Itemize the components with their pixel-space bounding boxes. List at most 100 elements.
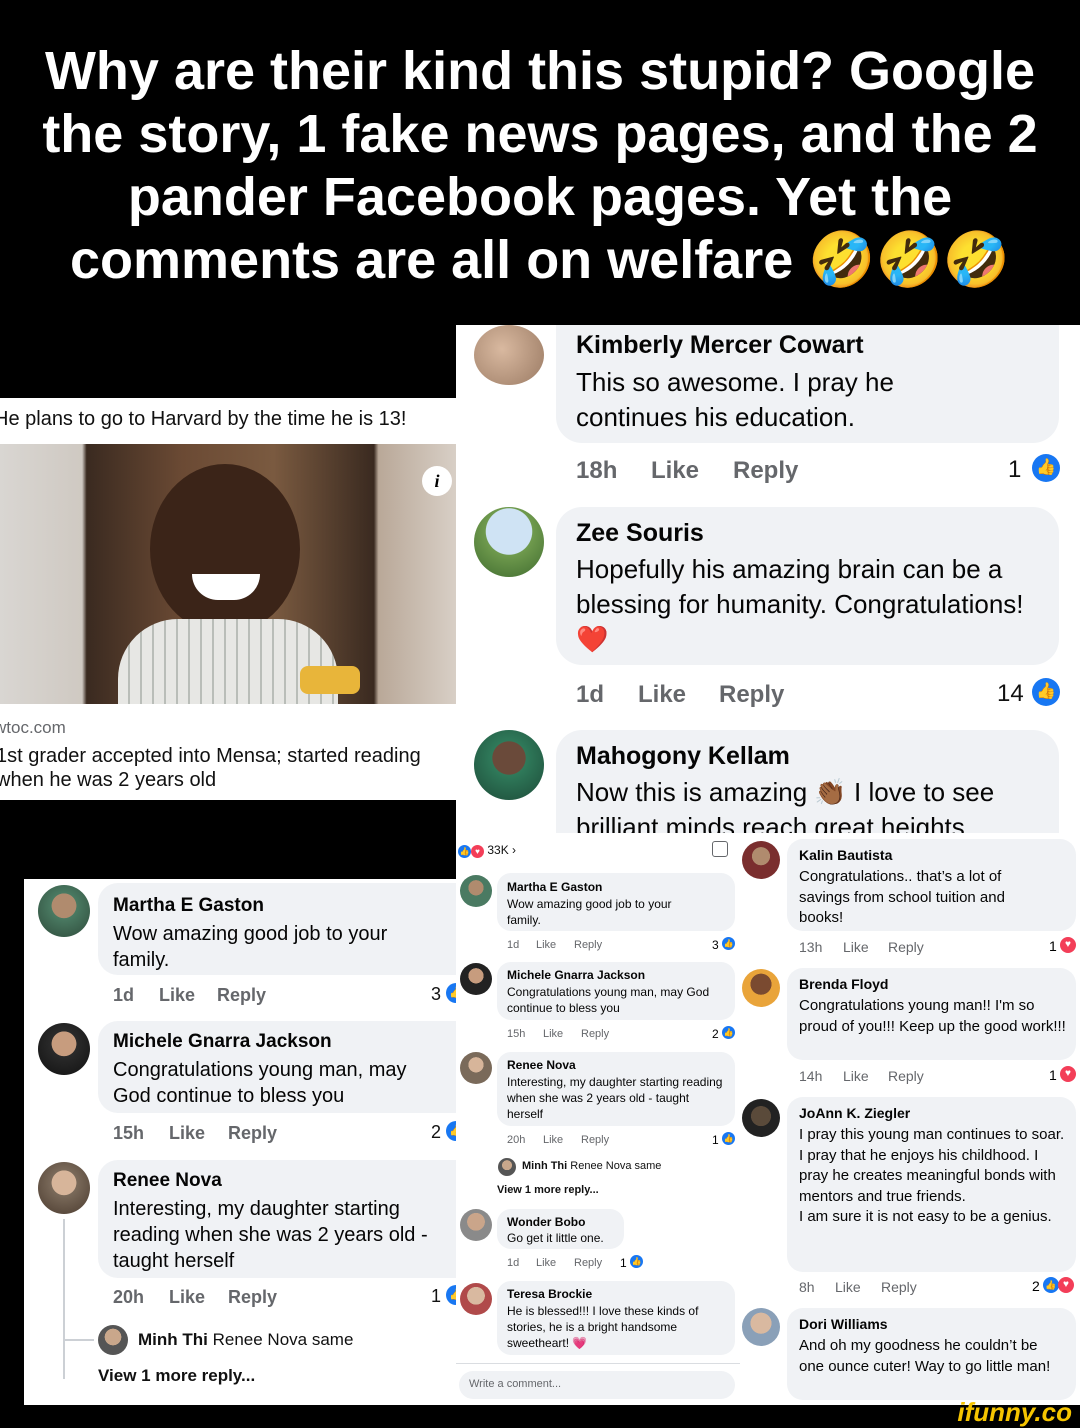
reply-button[interactable]: Reply [217, 985, 266, 1006]
comment-author[interactable]: Martha E Gaston [507, 880, 602, 894]
comment-time: 13h [799, 939, 823, 955]
reaction-count: 3 [431, 984, 442, 1004]
avatar[interactable] [38, 1162, 90, 1214]
reply-button[interactable]: Reply [733, 457, 798, 485]
like-icon: 👍 [1043, 1277, 1059, 1293]
like-icon: 👍 [722, 1026, 735, 1039]
avatar[interactable] [742, 841, 780, 879]
comment-author[interactable]: Mahogony Kellam [576, 742, 790, 771]
avatar[interactable] [460, 1209, 492, 1241]
reply-button[interactable]: Reply [888, 1068, 924, 1084]
like-button[interactable]: Like [843, 939, 869, 955]
comment-bubble: Martha E Gaston Wow amazing good job to … [497, 873, 735, 931]
comment-author[interactable]: Wonder Bobo [507, 1215, 585, 1229]
comment-bubble: Renee Nova Interesting, my daughter star… [98, 1160, 456, 1278]
comment-author[interactable]: Kimberly Mercer Cowart [576, 331, 864, 360]
view-more-replies[interactable]: View 1 more reply... [497, 1184, 599, 1196]
comment-bubble: Mahogony Kellam Now this is amazing 👏🏾 I… [556, 730, 1059, 833]
reply-button[interactable]: Reply [719, 681, 784, 709]
comment-author[interactable]: Renee Nova [507, 1058, 576, 1072]
comment-author[interactable]: Michele Gnarra Jackson [507, 968, 645, 982]
avatar[interactable] [460, 875, 492, 907]
avatar[interactable] [474, 507, 544, 577]
comment-bubble: JoAnn K. Ziegler I pray this young man c… [787, 1097, 1076, 1272]
article-headline: He plans to go to Harvard by the time he… [0, 408, 407, 430]
reply-text: Renee Nova same [212, 1330, 354, 1349]
comment-time: 20h [507, 1134, 526, 1146]
comment-text: Wow amazing good job to your family. [507, 897, 672, 927]
avatar[interactable] [742, 1099, 780, 1137]
comment-author[interactable]: Kalin Bautista [799, 847, 892, 863]
reply-button[interactable]: Reply [888, 939, 924, 955]
comment-bubble: Brenda Floyd Congratulations young man!!… [787, 968, 1076, 1060]
heart-icon: ♥ [1058, 1277, 1074, 1293]
write-comment-input[interactable]: Write a comment... [459, 1371, 735, 1399]
avatar[interactable] [474, 325, 544, 385]
comment-text: Hopefully his amazing brain can be a ble… [576, 554, 1024, 654]
top-comments-panel: Kimberly Mercer Cowart This so awesome. … [456, 325, 1080, 833]
comment-author[interactable]: JoAnn K. Ziegler [799, 1105, 910, 1121]
article-title[interactable]: 1st grader accepted into Mensa; started … [0, 744, 446, 792]
laughing-emoji-icon: 🤣🤣🤣 [808, 230, 1010, 290]
comment-text: This so awesome. I pray he continues his… [576, 367, 894, 432]
avatar[interactable] [474, 730, 544, 800]
comment-text: He is blessed!!! I love these kinds of s… [507, 1304, 699, 1350]
comment-text: Wow amazing good job to your family. [113, 923, 388, 971]
avatar[interactable] [98, 1325, 128, 1355]
avatar[interactable] [498, 1158, 516, 1176]
reply-button[interactable]: Reply [228, 1123, 277, 1144]
reply-author[interactable]: Minh Thi [138, 1330, 208, 1349]
avatar[interactable] [38, 885, 90, 937]
like-button[interactable]: Like [543, 1134, 563, 1146]
like-button[interactable]: Like [536, 1257, 556, 1269]
avatar[interactable] [742, 1308, 780, 1346]
reaction-count: 14 [997, 680, 1024, 707]
reply-button[interactable]: Reply [228, 1287, 277, 1308]
reply-button[interactable]: Reply [574, 939, 602, 951]
comment-author[interactable]: Zee Souris [576, 519, 704, 548]
avatar[interactable] [460, 963, 492, 995]
comment-bubble: Renee Nova Interesting, my daughter star… [497, 1052, 735, 1126]
comment-author[interactable]: Renee Nova [113, 1170, 222, 1192]
avatar[interactable] [460, 1052, 492, 1084]
like-icon: 👍 [1032, 678, 1060, 706]
like-button[interactable]: Like [651, 457, 699, 485]
child-face [150, 464, 300, 634]
comment-bubble: Wonder Bobo Go get it little one. [497, 1209, 624, 1249]
reactions-summary[interactable]: 👍 ♥ 33K › [458, 843, 516, 858]
comment-text: Interesting, my daughter starting readin… [507, 1075, 723, 1121]
reply-button[interactable]: Reply [581, 1028, 609, 1040]
like-button[interactable]: Like [536, 939, 556, 951]
like-button[interactable]: Like [169, 1123, 205, 1144]
comment-author[interactable]: Martha E Gaston [113, 895, 264, 917]
avatar[interactable] [460, 1283, 492, 1315]
like-button[interactable]: Like [843, 1068, 869, 1084]
reply-button[interactable]: Reply [574, 1257, 602, 1269]
middle-comments-panel: 👍 ♥ 33K › Martha E Gaston Wow amazing goo… [456, 833, 740, 1405]
reaction-count: 1 [620, 1256, 627, 1270]
like-button[interactable]: Like [835, 1279, 861, 1295]
reaction-count: 2 [1032, 1278, 1040, 1294]
avatar[interactable] [742, 969, 780, 1007]
comment-text: Congratulations young man!! I'm so proud… [799, 997, 1066, 1035]
like-button[interactable]: Like [169, 1287, 205, 1308]
comment-time: 14h [799, 1068, 823, 1084]
like-icon: 👍 [630, 1255, 643, 1268]
view-more-replies[interactable]: View 1 more reply... [98, 1366, 255, 1386]
comment-author[interactable]: Michele Gnarra Jackson [113, 1031, 332, 1053]
info-icon[interactable]: i [422, 466, 452, 496]
comment-text: Congratulations young man, may God conti… [507, 985, 710, 1015]
like-button[interactable]: Like [159, 985, 195, 1006]
reply-author[interactable]: Minh Thi [522, 1160, 567, 1172]
like-button[interactable]: Like [543, 1028, 563, 1040]
comment-author[interactable]: Brenda Floyd [799, 976, 888, 992]
comment-bubble: Teresa Brockie He is blessed!!! I love t… [497, 1281, 735, 1355]
comment-author[interactable]: Teresa Brockie [507, 1287, 592, 1301]
reply-button[interactable]: Reply [881, 1279, 917, 1295]
like-button[interactable]: Like [638, 681, 686, 709]
comment-author[interactable]: Dori Williams [799, 1316, 888, 1332]
thumbs-up-outline-icon[interactable] [712, 841, 728, 857]
reply-button[interactable]: Reply [581, 1134, 609, 1146]
avatar[interactable] [38, 1023, 90, 1075]
article-card[interactable]: He plans to go to Harvard by the time he… [0, 398, 456, 800]
